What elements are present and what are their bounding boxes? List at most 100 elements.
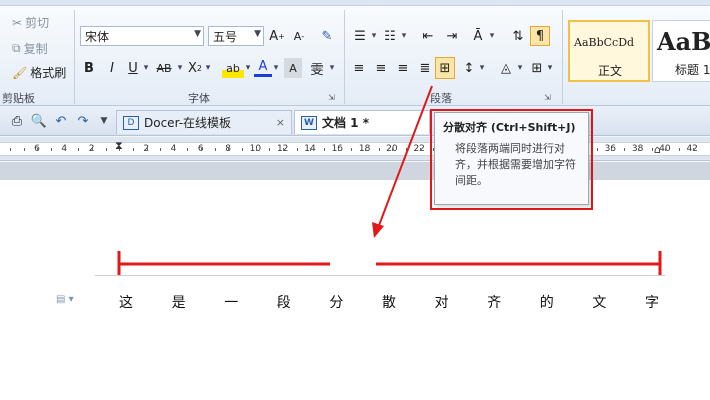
highlight-button[interactable]: ab xyxy=(222,58,244,78)
chevron-down-icon[interactable]: ▾ xyxy=(370,26,378,46)
chevron-down-icon[interactable]: ▾ xyxy=(488,26,496,46)
distributed-align-button[interactable]: ⊞ xyxy=(435,57,455,79)
chevron-down-icon[interactable]: ▾ xyxy=(142,58,150,78)
print-preview-button[interactable]: 🔍 xyxy=(30,111,48,131)
close-icon[interactable]: × xyxy=(276,116,285,129)
chevron-down-icon[interactable]: ▾ xyxy=(244,58,252,78)
font-dialog-launcher-icon[interactable]: ⇲ xyxy=(328,93,335,102)
increase-indent-button[interactable]: ⇥ xyxy=(442,26,462,46)
align-center-button[interactable]: ≡ xyxy=(372,58,390,78)
ribbon-separator xyxy=(562,10,563,104)
docer-logo-icon: D xyxy=(123,115,139,130)
copy-button[interactable]: ⧉ 复制 xyxy=(12,40,48,57)
style-normal[interactable]: AaBbCcDd 正文 xyxy=(568,20,650,82)
style-heading-1[interactable]: AaB 标题 1 xyxy=(652,20,710,82)
horizontal-ruler[interactable]: 6422468101214161820222426283032343638404… xyxy=(0,137,710,161)
ruler-tick xyxy=(132,148,134,151)
ruler-tick xyxy=(364,148,366,151)
cut-button[interactable]: ✂ 剪切 xyxy=(12,14,49,31)
font-name-combo[interactable]: 宋体 ▼ xyxy=(80,26,204,46)
show-marks-button[interactable]: ¶ xyxy=(530,26,550,46)
chevron-down-icon[interactable]: ▾ xyxy=(478,58,486,78)
quick-access-bar: ⎙ 🔍 ↶ ↷ ▼ D Docer-在线模板 × W 文档 1 * xyxy=(0,106,710,136)
undo-icon: ↶ xyxy=(55,113,67,129)
chevron-down-icon[interactable]: ▼ xyxy=(194,29,201,39)
bold-icon: B xyxy=(84,60,94,76)
align-left-button[interactable]: ≡ xyxy=(350,58,368,78)
distributed-align-icon: ⊞ xyxy=(439,60,451,76)
justify-button[interactable]: ≣ xyxy=(416,58,434,78)
document-char: 齐 xyxy=(487,295,502,311)
ruler-tick xyxy=(146,148,148,151)
customize-quick-access-button[interactable]: ▼ xyxy=(98,111,110,131)
chevron-down-icon[interactable]: ▾ xyxy=(400,26,408,46)
style-heading-label: 标题 1 xyxy=(675,63,710,77)
bullets-button[interactable]: ☰ xyxy=(350,26,370,46)
shading-button[interactable]: ◬ xyxy=(496,58,516,78)
underline-button[interactable]: U xyxy=(124,58,142,78)
ruler-tick xyxy=(187,148,189,151)
right-indent-marker-icon[interactable]: ⌂ xyxy=(654,143,661,156)
ruler-tick xyxy=(624,148,626,151)
ruler-tick xyxy=(64,148,66,151)
document-char: 一 xyxy=(224,295,239,311)
document-page[interactable]: ▤ ▾ 这 是 一 段 分 散 对 齐 的 文 字 xyxy=(0,180,710,400)
chevron-down-icon[interactable]: ▼ xyxy=(254,29,261,39)
ruler-tick xyxy=(228,148,230,151)
numbering-button[interactable]: ☷ xyxy=(380,26,400,46)
sort-button[interactable]: ⇅ xyxy=(508,26,528,46)
strikethrough-icon: AB xyxy=(156,61,172,75)
font-color-button[interactable]: A xyxy=(254,58,272,77)
tab-docer-label: Docer-在线模板 xyxy=(144,116,232,130)
phonetic-icon: 雯 xyxy=(310,62,324,78)
print-button[interactable]: ⎙ xyxy=(8,111,26,131)
chevron-down-icon[interactable]: ▾ xyxy=(328,58,336,78)
grow-font-button[interactable]: A + xyxy=(268,26,286,46)
decrease-indent-button[interactable]: ⇤ xyxy=(418,26,438,46)
ruler-tick xyxy=(310,148,312,151)
paragraph-options-icon[interactable]: ▤ ▾ xyxy=(56,294,74,305)
ruler-tick xyxy=(242,148,244,151)
ruler-tick xyxy=(651,148,653,151)
format-painter-button[interactable]: 🖌 格式刷 xyxy=(12,64,66,81)
ruler-tick xyxy=(201,148,203,151)
line-spacing-button[interactable]: ↕ xyxy=(460,58,478,78)
chevron-down-icon[interactable]: ▾ xyxy=(204,58,212,78)
document-char: 的 xyxy=(539,295,554,311)
chevron-down-icon[interactable]: ▾ xyxy=(546,58,554,78)
document-char: 这 xyxy=(119,295,133,311)
first-line-indent-marker-icon[interactable]: ⧗ xyxy=(115,139,123,153)
document-char: 文 xyxy=(592,295,607,311)
paragraph-underline xyxy=(95,275,665,276)
redo-button[interactable]: ↷ xyxy=(74,111,92,131)
italic-button[interactable]: I xyxy=(103,58,121,78)
bold-button[interactable]: B xyxy=(80,58,98,78)
ruler-tick xyxy=(378,148,380,151)
chevron-down-icon[interactable]: ▾ xyxy=(516,58,524,78)
tab-docer[interactable]: D Docer-在线模板 × xyxy=(116,110,292,134)
font-size-combo[interactable]: 五号 ▼ xyxy=(208,26,264,46)
superscript-button[interactable]: X2 xyxy=(186,58,204,78)
phonetic-guide-button[interactable]: 雯 xyxy=(306,58,328,78)
tooltip-title: 分散对齐 (Ctrl+Shift+J) xyxy=(443,121,576,134)
chinese-layout-button[interactable]: Ā xyxy=(468,26,488,46)
ruler-tick xyxy=(269,148,271,151)
ruler-tick xyxy=(37,148,39,151)
paragraph-dialog-launcher-icon[interactable]: ⇲ xyxy=(544,93,551,102)
borders-button[interactable]: ⊞ xyxy=(528,58,546,78)
ruler-tick xyxy=(596,148,598,151)
document-char: 字 xyxy=(645,295,659,311)
undo-button[interactable]: ↶ xyxy=(52,111,70,131)
chevron-down-icon[interactable]: ▾ xyxy=(176,58,184,78)
highlighter-icon: ab xyxy=(226,61,240,75)
clear-format-button[interactable]: ✎ xyxy=(316,26,338,46)
align-right-button[interactable]: ≡ xyxy=(394,58,412,78)
strikethrough-button[interactable]: AB xyxy=(152,58,176,78)
tab-document-1[interactable]: W 文档 1 * xyxy=(294,110,430,134)
borders-icon: ⊞ xyxy=(531,60,543,76)
chevron-down-icon[interactable]: ▾ xyxy=(272,58,280,78)
ruler-tick xyxy=(78,148,80,151)
char-shading-button[interactable]: A xyxy=(284,58,302,78)
shrink-font-button[interactable]: A- xyxy=(290,26,308,46)
ruler-tick xyxy=(637,148,639,151)
